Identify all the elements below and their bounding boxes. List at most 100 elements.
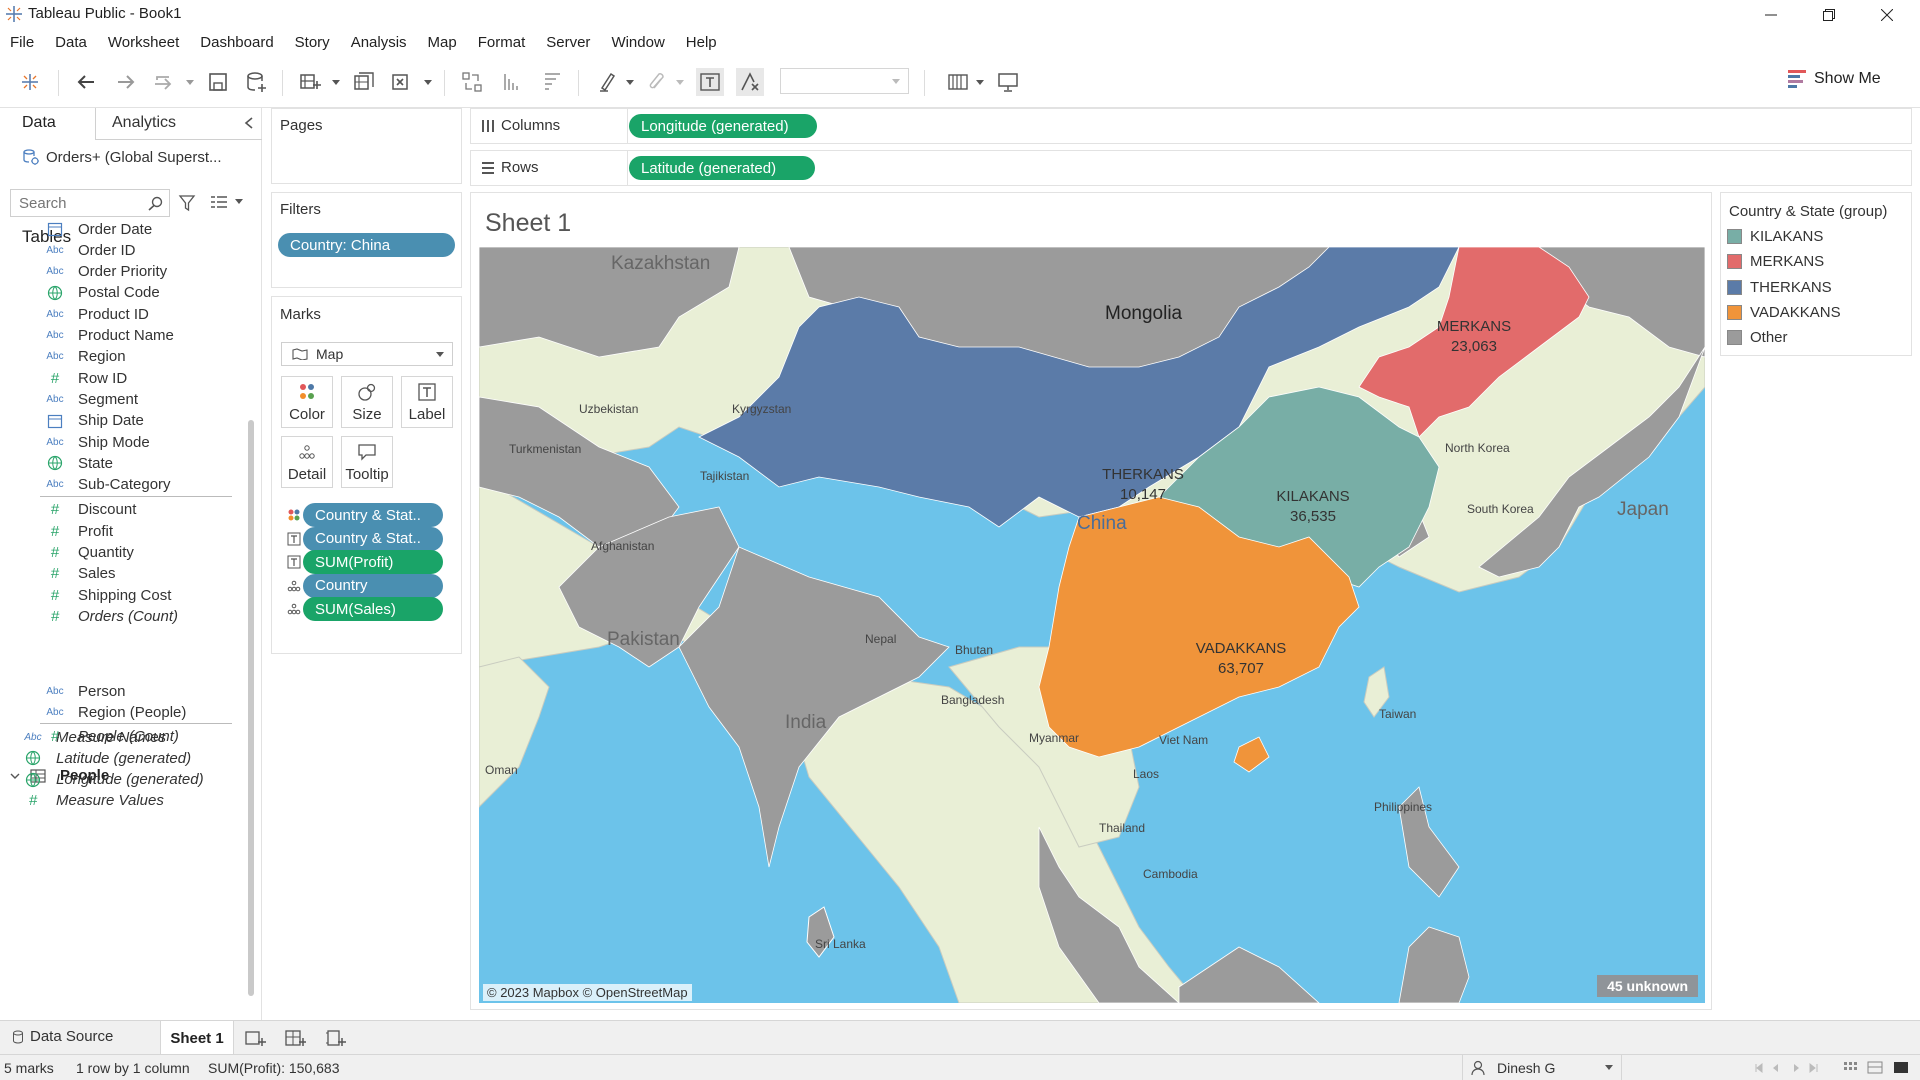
sheet-navigation-icon[interactable] xyxy=(1754,1062,1824,1074)
close-button[interactable] xyxy=(1858,0,1916,29)
view-mode-icon[interactable] xyxy=(1844,1061,1914,1075)
legend-item[interactable]: KILAKANS xyxy=(1727,228,1823,245)
columns-shelf[interactable]: Columns Longitude (generated) xyxy=(470,108,1912,144)
menu-format[interactable]: Format xyxy=(478,34,526,51)
unknown-indicator[interactable]: 45 unknown xyxy=(1597,975,1698,997)
search-input[interactable] xyxy=(11,190,131,216)
tooltip-button[interactable]: Tooltip xyxy=(341,436,393,488)
swap-rows-columns-button[interactable] xyxy=(458,68,486,96)
collapse-pane-icon[interactable] xyxy=(242,115,256,131)
clear-sheet-button[interactable] xyxy=(388,68,416,96)
tableau-home-button[interactable] xyxy=(16,68,44,96)
encoding-pill[interactable]: Country & Stat.. xyxy=(303,526,443,551)
number-icon: # xyxy=(28,792,38,810)
new-worksheet-icon[interactable] xyxy=(244,1028,266,1048)
presentation-mode-button[interactable] xyxy=(994,68,1022,96)
sheet-tab-sheet-1[interactable]: Sheet 1 xyxy=(160,1021,234,1055)
rows-pill-latitude[interactable]: Latitude (generated) xyxy=(629,156,815,180)
new-dashboard-icon[interactable] xyxy=(284,1028,306,1048)
tab-analytics[interactable]: Analytics xyxy=(112,114,176,132)
filters-card[interactable]: Filters Country: China xyxy=(271,192,462,288)
undo-button[interactable] xyxy=(72,68,100,96)
map-canvas xyxy=(479,247,1705,1003)
encoding-pill[interactable]: SUM(Sales) xyxy=(303,597,443,621)
menu-worksheet[interactable]: Worksheet xyxy=(108,34,179,51)
new-story-icon[interactable] xyxy=(324,1028,346,1048)
fix-axes-button[interactable] xyxy=(736,68,764,96)
sheet-title[interactable]: Sheet 1 xyxy=(485,209,571,238)
color-legend[interactable]: Country & State (group) KILAKANS MERKANS T… xyxy=(1720,192,1912,356)
menu-window[interactable]: Window xyxy=(611,34,664,51)
redo-button[interactable] xyxy=(112,68,140,96)
fit-dropdown[interactable] xyxy=(780,68,909,94)
minimize-button[interactable] xyxy=(1742,0,1800,29)
encoding-pill[interactable]: SUM(Profit) xyxy=(303,550,443,574)
show-mark-labels-button[interactable] xyxy=(696,68,724,96)
user-menu[interactable]: Dinesh G xyxy=(1462,1055,1622,1080)
map-attribution[interactable]: © 2023 Mapbox © OpenStreetMap xyxy=(483,984,692,1001)
tab-data[interactable]: Data xyxy=(22,114,56,132)
size-icon xyxy=(358,383,376,401)
search-field[interactable] xyxy=(10,189,170,217)
region-vadakkans-hainan[interactable] xyxy=(1233,736,1270,773)
field-item[interactable]: # Measure Values xyxy=(22,789,164,813)
status-sum: SUM(Profit): 150,683 xyxy=(208,1060,340,1076)
show-me-button[interactable]: Show Me xyxy=(1788,70,1881,88)
sort-descending-icon xyxy=(545,73,560,90)
columns-pill-longitude[interactable]: Longitude (generated) xyxy=(629,114,817,138)
field-item[interactable]: Abc Region (People) xyxy=(44,700,186,724)
menu-dashboard[interactable]: Dashboard xyxy=(200,34,273,51)
chevron-down-icon[interactable] xyxy=(676,80,684,86)
legend-item[interactable]: VADAKKANS xyxy=(1727,304,1841,321)
detail-button[interactable]: Detail xyxy=(281,436,333,488)
chevron-down-icon[interactable] xyxy=(186,80,194,86)
save-button[interactable] xyxy=(204,68,232,96)
legend-item[interactable]: THERKANS xyxy=(1727,279,1832,296)
menu-map[interactable]: Map xyxy=(428,34,457,51)
maximize-button[interactable] xyxy=(1800,0,1858,29)
menu-story[interactable]: Story xyxy=(295,34,330,51)
duplicate-sheet-button[interactable] xyxy=(350,68,378,96)
encoding-pill[interactable]: Country xyxy=(303,573,443,598)
pages-card[interactable]: Pages xyxy=(271,108,462,184)
menu-help[interactable]: Help xyxy=(686,34,717,51)
map-icon xyxy=(292,348,308,360)
new-data-source-button[interactable] xyxy=(242,68,270,96)
chevron-down-icon[interactable] xyxy=(976,80,984,86)
menu-file[interactable]: File xyxy=(10,34,34,51)
menu-data[interactable]: Data xyxy=(55,34,87,51)
show-cards-button[interactable] xyxy=(944,68,972,96)
mark-type-dropdown[interactable]: Map xyxy=(281,342,453,366)
legend-item[interactable]: Other xyxy=(1727,329,1788,346)
replay-button[interactable] xyxy=(150,68,178,96)
datasource-item[interactable]: Orders+ (Global Superst... xyxy=(22,148,222,166)
sort-descending-button[interactable] xyxy=(538,68,566,96)
legend-item[interactable]: MERKANS xyxy=(1727,253,1824,270)
detail-encoding-icon xyxy=(285,577,303,595)
chevron-down-icon[interactable] xyxy=(424,80,432,86)
view-options-icon[interactable] xyxy=(210,194,244,210)
rows-shelf[interactable]: Rows Latitude (generated) xyxy=(470,150,1912,186)
color-button[interactable]: Color xyxy=(281,376,333,428)
chevron-down-icon[interactable] xyxy=(332,80,340,86)
label-button[interactable]: Label xyxy=(401,376,453,428)
filter-icon[interactable] xyxy=(178,194,196,212)
data-pane-scrollbar[interactable] xyxy=(248,420,254,996)
filter-pill-country[interactable]: Country: China xyxy=(278,233,455,257)
menu-server[interactable]: Server xyxy=(546,34,590,51)
encoding-pill[interactable]: Country & Stat.. xyxy=(303,503,443,527)
new-worksheet-button[interactable] xyxy=(296,68,324,96)
region-other-malaysia xyxy=(1178,946,1320,1003)
map-visualization[interactable]: Kazakhstan Mongolia Uzbekistan Kyrgyzsta… xyxy=(479,247,1705,1003)
data-source-tab[interactable]: Data Source xyxy=(12,1028,113,1045)
chevron-down-icon[interactable] xyxy=(626,80,634,86)
field-label: Region (People) xyxy=(78,703,187,721)
field-item[interactable]: # Orders (Count) xyxy=(44,604,178,628)
field-item[interactable]: Abc Sub-Category xyxy=(44,473,170,497)
menu-analysis[interactable]: Analysis xyxy=(351,34,407,51)
group-members-button[interactable] xyxy=(644,68,672,96)
string-icon: Abc xyxy=(46,685,64,697)
highlight-button[interactable] xyxy=(594,68,622,96)
sort-ascending-button[interactable] xyxy=(498,68,526,96)
size-button[interactable]: Size xyxy=(341,376,393,428)
